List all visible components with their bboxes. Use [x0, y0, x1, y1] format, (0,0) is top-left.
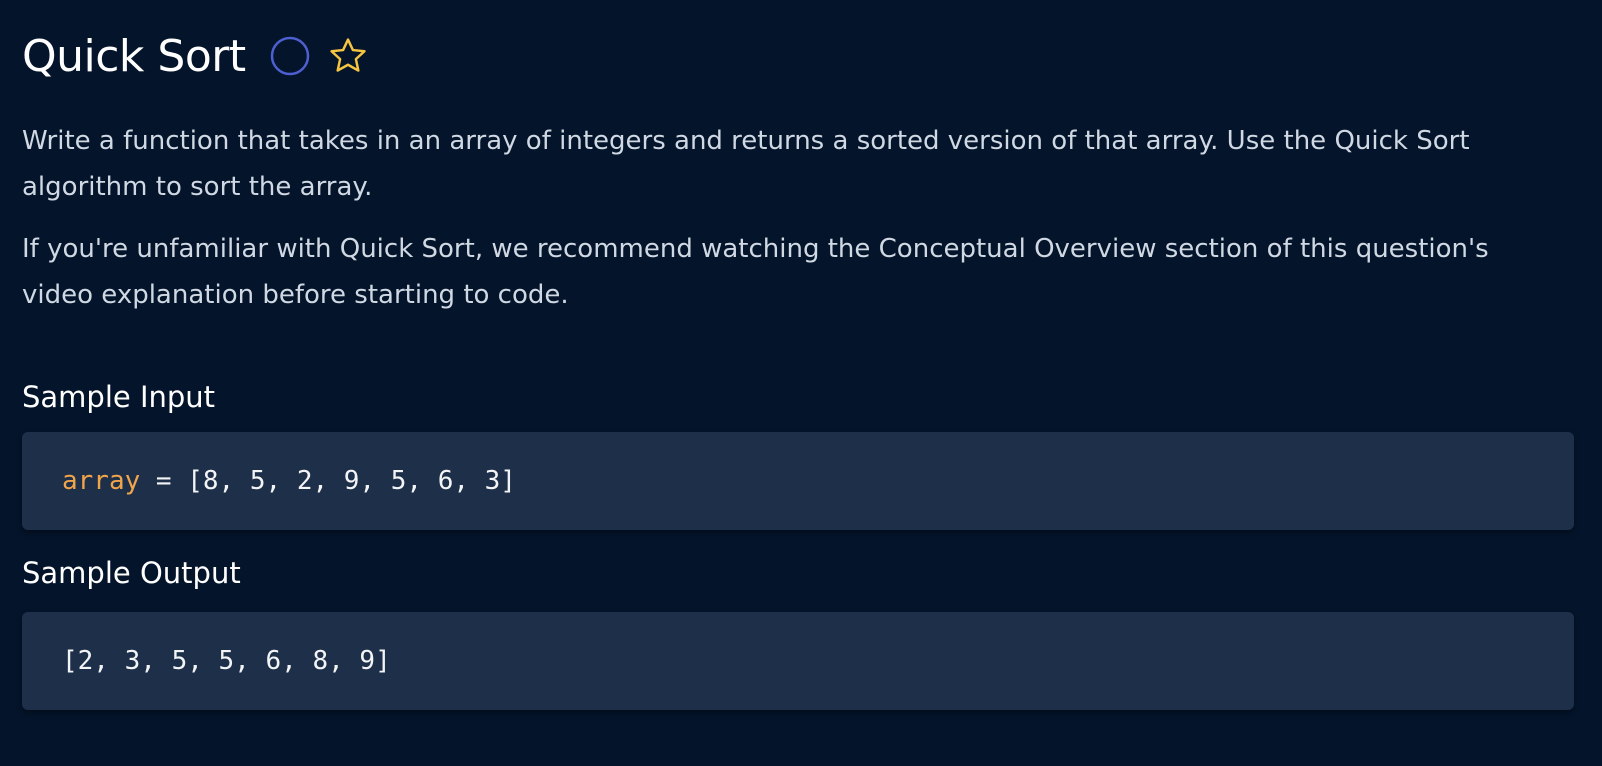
sample-output-code-block: [2, 3, 5, 5, 6, 8, 9]	[22, 612, 1574, 710]
sample-input-code-block: array = [8, 5, 2, 9, 5, 6, 3]	[22, 432, 1574, 530]
star-outline-icon[interactable]	[326, 34, 370, 78]
code-assignment: = [8, 5, 2, 9, 5, 6, 3]	[140, 466, 516, 496]
page-title: Quick Sort	[22, 30, 246, 82]
title-row: Quick Sort	[22, 28, 370, 84]
circle-outline-icon[interactable]	[270, 36, 310, 76]
sample-input-heading: Sample Input	[22, 380, 216, 414]
code-output-value: [2, 3, 5, 5, 6, 8, 9]	[62, 646, 391, 676]
sample-output-heading: Sample Output	[22, 556, 241, 590]
question-panel: Quick Sort Write a function that takes i…	[0, 0, 1602, 766]
description-paragraph-1: Write a function that takes in an array …	[22, 126, 1470, 202]
description-paragraph-2: If you're unfamiliar with Quick Sort, we…	[22, 234, 1489, 310]
code-variable-name: array	[62, 466, 141, 496]
